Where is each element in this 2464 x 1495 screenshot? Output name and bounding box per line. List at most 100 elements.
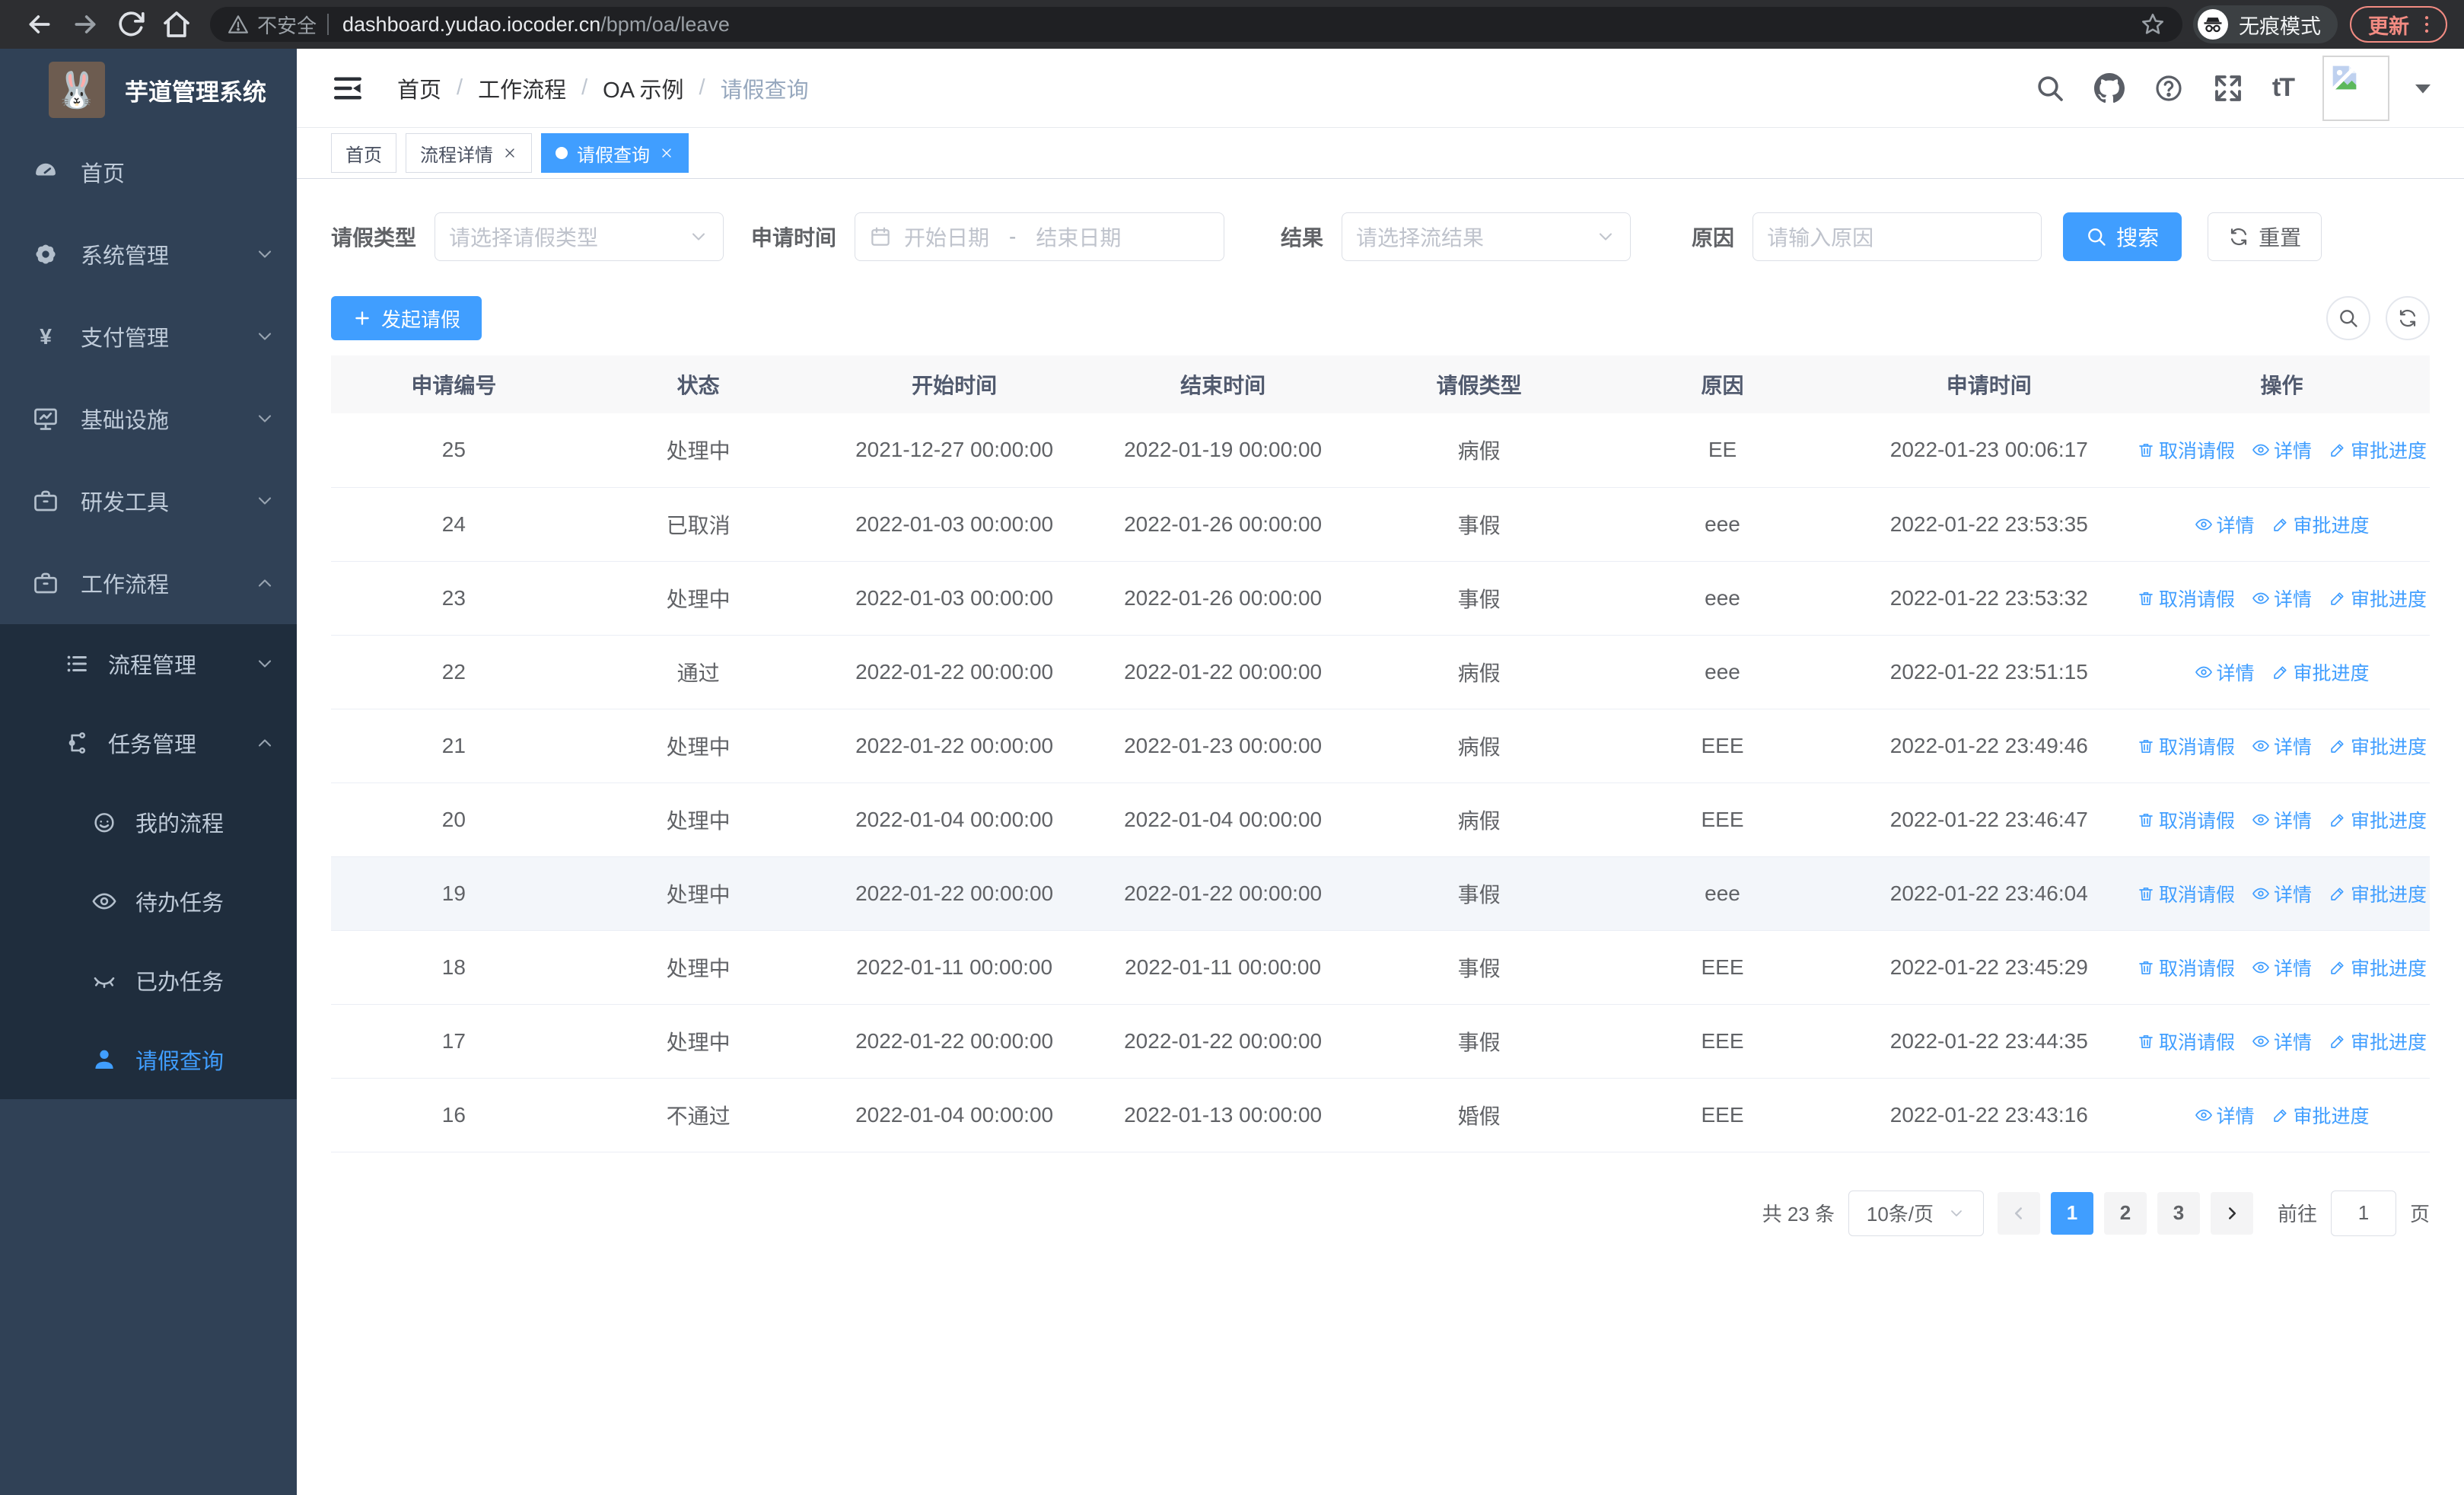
sidebar-item-task-mgmt[interactable]: 任务管理 [0, 703, 297, 783]
action-label: 取消请假 [2159, 810, 2236, 832]
sidebar-item-leave-query[interactable]: 请假查询 [0, 1020, 297, 1099]
github-icon[interactable] [2093, 72, 2125, 104]
action-detail-link[interactable]: 详情 [2252, 954, 2312, 981]
page-button-3[interactable]: 3 [2157, 1191, 2200, 1235]
goto-page-input[interactable]: 1 [2330, 1190, 2396, 1236]
sidebar-collapse-icon[interactable] [332, 72, 364, 104]
action-progress-link[interactable]: 审批进度 [2271, 511, 2370, 538]
toggle-search-button[interactable] [2326, 296, 2370, 340]
action-detail-link[interactable]: 详情 [2252, 880, 2312, 907]
action-progress-link[interactable]: 审批进度 [2329, 1028, 2427, 1055]
sidebar-item-my-process[interactable]: 我的流程 [0, 783, 297, 862]
pagination: 共 23 条 10条/页 123 前往 1 页 [331, 1190, 2430, 1236]
page-button-2[interactable]: 2 [2103, 1191, 2147, 1235]
avatar-caret-icon[interactable] [2408, 73, 2438, 104]
page-button-1[interactable]: 1 [2050, 1191, 2093, 1235]
action-cancel-link[interactable]: 取消请假 [2137, 436, 2235, 464]
sidebar-item-dev-tools[interactable]: 研发工具 [0, 460, 297, 542]
tab-process-detail[interactable]: 流程详情 [406, 133, 532, 173]
tab-home[interactable]: 首页 [331, 133, 396, 173]
action-progress-link[interactable]: 审批进度 [2329, 585, 2427, 612]
action-detail-link[interactable]: 详情 [2252, 1028, 2312, 1055]
app-logo-row[interactable]: 🐰 芋道管理系统 [0, 49, 297, 131]
action-progress-link[interactable]: 审批进度 [2329, 806, 2427, 834]
action-detail-link[interactable]: 详情 [2195, 1101, 2255, 1129]
action-detail-link[interactable]: 详情 [2252, 585, 2312, 612]
breadcrumb-item[interactable]: OA 示例 [603, 72, 683, 104]
search-button[interactable]: 搜索 [2063, 212, 2182, 261]
pen-icon [2329, 441, 2347, 459]
url-host: dashboard.yudao.iocoder.cn [342, 12, 601, 36]
apply-time-range-picker[interactable]: 开始日期 - 结束日期 [855, 212, 1225, 261]
action-progress-link[interactable]: 审批进度 [2329, 732, 2427, 760]
header-search-icon[interactable] [2035, 73, 2065, 104]
action-detail-link[interactable]: 详情 [2195, 658, 2255, 686]
browser-back-icon[interactable] [24, 9, 55, 40]
page-size-select[interactable]: 10条/页 [1848, 1190, 1984, 1236]
action-detail-link[interactable]: 详情 [2252, 732, 2312, 760]
table-row: 25 处理中 2021-12-27 00:00:00 2022-01-19 00:00… [331, 413, 2430, 488]
action-progress-link[interactable]: 审批进度 [2271, 658, 2370, 686]
action-detail-link[interactable]: 详情 [2195, 511, 2255, 538]
action-progress-link[interactable]: 审批进度 [2329, 880, 2427, 907]
action-detail-link[interactable]: 详情 [2252, 806, 2312, 834]
action-cancel-link[interactable]: 取消请假 [2137, 1028, 2235, 1055]
action-progress-link[interactable]: 审批进度 [2271, 1101, 2370, 1129]
gear-icon [32, 241, 59, 268]
sidebar-item-done-tasks[interactable]: 已办任务 [0, 941, 297, 1020]
action-cancel-link[interactable]: 取消请假 [2137, 880, 2235, 907]
browser-update-button[interactable]: 更新 [2350, 6, 2447, 43]
breadcrumb-item[interactable]: 首页 [397, 72, 441, 104]
trash-icon [2137, 1032, 2155, 1050]
create-leave-button[interactable]: 发起请假 [331, 296, 482, 340]
browser-reload-icon[interactable] [116, 9, 146, 40]
result-select[interactable]: 请选择流结果 [1342, 212, 1632, 261]
cell-applied: 2022-01-23 00:06:17 [1844, 413, 2135, 488]
refresh-table-button[interactable] [2386, 296, 2430, 340]
reason-input[interactable]: 请输入原因 [1752, 212, 2042, 261]
sidebar-item-todo-tasks[interactable]: 待办任务 [0, 862, 297, 941]
address-bar[interactable]: 不安全 dashboard.yudao.iocoder.cn/bpm/oa/le… [210, 7, 2182, 42]
action-cancel-link[interactable]: 取消请假 [2137, 806, 2235, 834]
cell-type: 事假 [1357, 856, 1601, 931]
trash-icon [2137, 958, 2155, 977]
table-row: 17 处理中 2022-01-22 00:00:00 2022-01-22 00:00… [331, 1004, 2430, 1079]
breadcrumb-item[interactable]: 工作流程 [478, 72, 566, 104]
sidebar-item-process-mgmt[interactable]: 流程管理 [0, 624, 297, 703]
action-cancel-link[interactable]: 取消请假 [2137, 954, 2235, 981]
close-icon[interactable] [502, 145, 517, 161]
cell-start: 2022-01-03 00:00:00 [820, 487, 1089, 562]
action-progress-link[interactable]: 审批进度 [2329, 436, 2427, 464]
action-detail-link[interactable]: 详情 [2252, 436, 2312, 464]
fullscreen-icon[interactable] [2213, 73, 2243, 104]
reset-button[interactable]: 重置 [2208, 212, 2322, 261]
action-progress-link[interactable]: 审批进度 [2329, 954, 2427, 981]
close-icon[interactable] [659, 145, 674, 161]
cell-id: 24 [331, 487, 577, 562]
chev-up-icon [254, 572, 275, 594]
not-secure-warning-icon[interactable] [227, 13, 250, 36]
cell-status: 已取消 [576, 487, 820, 562]
sidebar-item-system[interactable]: 系统管理 [0, 213, 297, 295]
browser-forward-icon[interactable] [70, 9, 100, 40]
avatar[interactable] [2322, 55, 2389, 121]
sidebar-item-infrastructure[interactable]: 基础设施 [0, 378, 297, 460]
action-cancel-link[interactable]: 取消请假 [2137, 585, 2235, 612]
tab-leave-query[interactable]: 请假查询 [541, 133, 689, 173]
leave-type-select[interactable]: 请选择请假类型 [435, 212, 724, 261]
cell-start: 2021-12-27 00:00:00 [820, 413, 1089, 488]
sidebar-item-home[interactable]: 首页 [0, 131, 297, 213]
bookmark-star-icon[interactable] [2140, 11, 2166, 37]
next-page-button[interactable] [2210, 1191, 2253, 1235]
action-cancel-link[interactable]: 取消请假 [2137, 732, 2235, 760]
action-label: 详情 [2216, 1105, 2255, 1127]
user-icon [91, 1047, 117, 1073]
sidebar-item-workflow[interactable]: 工作流程 [0, 542, 297, 624]
browser-menu-icon[interactable] [2415, 13, 2438, 36]
font-size-icon[interactable]: tT [2272, 73, 2295, 103]
table-row: 24 已取消 2022-01-03 00:00:00 2022-01-26 00:00… [331, 487, 2430, 562]
sidebar-item-payment[interactable]: ¥ 支付管理 [0, 295, 297, 378]
prev-page-button[interactable] [1997, 1191, 2040, 1235]
browser-home-icon[interactable] [161, 9, 192, 40]
help-icon[interactable] [2154, 73, 2184, 104]
